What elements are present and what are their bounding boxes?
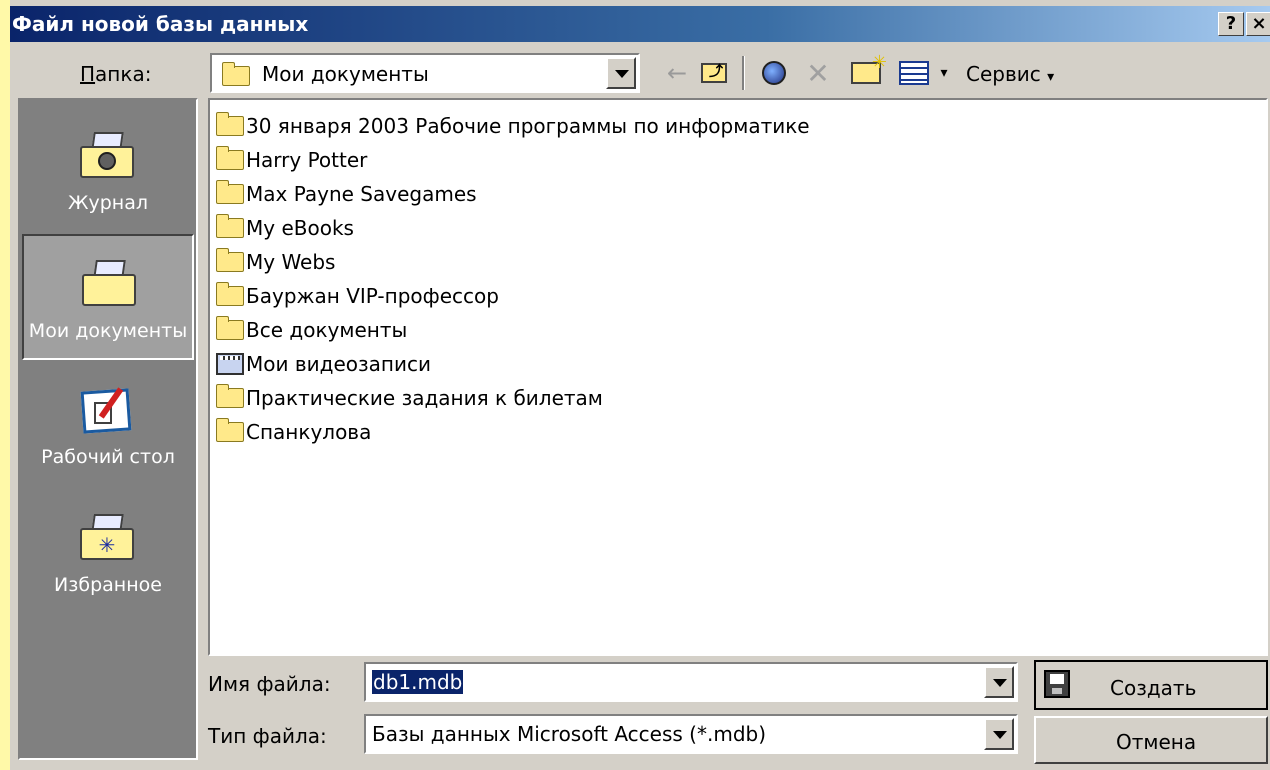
folder-icon (216, 418, 244, 442)
create-button[interactable]: Создать (1034, 660, 1268, 710)
help-button[interactable]: ? (1218, 12, 1244, 36)
folder-icon (216, 248, 244, 272)
desktop-icon (80, 386, 134, 434)
place-label: Избранное (54, 574, 162, 596)
new-folder-icon[interactable]: ✳ (846, 52, 887, 88)
folder-icon (216, 180, 244, 204)
tools-menu[interactable]: Сервис ▾ (966, 62, 1054, 86)
background-strip (0, 0, 10, 770)
list-item[interactable]: Все документы (216, 314, 407, 346)
current-folder-text: Мои документы (262, 62, 429, 86)
folder-dropdown-button[interactable] (606, 57, 636, 89)
filename-input[interactable]: db1.mdb (364, 662, 1018, 702)
folder-icon (216, 282, 244, 306)
list-item[interactable]: Практические задания к билетам (216, 382, 603, 414)
search-web-icon[interactable] (756, 58, 792, 88)
filetype-value: Базы данных Microsoft Access (*.mdb) (372, 722, 767, 746)
place-history[interactable]: Журнал (22, 108, 194, 234)
place-desktop[interactable]: Рабочий стол (22, 362, 194, 488)
chevron-down-icon (993, 679, 1007, 687)
back-icon[interactable]: ← (660, 58, 694, 88)
list-item[interactable]: Max Payne Savegames (216, 178, 477, 210)
list-item[interactable]: Бауржан VIP-профессор (216, 280, 499, 312)
chevron-down-icon (615, 70, 629, 78)
place-label: Рабочий стол (41, 446, 175, 468)
list-item[interactable]: Спанкулова (216, 416, 371, 448)
list-item[interactable]: 30 января 2003 Рабочие программы по инфо… (216, 110, 810, 142)
chevron-down-icon (993, 731, 1007, 739)
list-item[interactable]: My eBooks (216, 212, 354, 244)
cancel-button-label: Отмена (1116, 730, 1197, 754)
folder-icon (216, 384, 244, 408)
folder-icon (216, 146, 244, 170)
filetype-select[interactable]: Базы данных Microsoft Access (*.mdb) (364, 714, 1018, 754)
folder-combo[interactable]: Мои документы (210, 53, 640, 93)
my-documents-folder-icon (82, 260, 136, 306)
folder-icon (216, 112, 244, 136)
place-label: Мои документы (28, 320, 188, 342)
filename-dropdown-button[interactable] (984, 666, 1014, 698)
filename-value: db1.mdb (372, 670, 464, 694)
window-title: Файл новой базы данных (12, 12, 309, 36)
favorites-folder-icon: ✳ (80, 514, 134, 560)
folder-icon (216, 214, 244, 238)
place-favorites[interactable]: ✳ Избранное (22, 490, 194, 616)
filetype-label: Тип файла: (208, 724, 327, 748)
title-bar[interactable]: Файл новой базы данных ? × (10, 6, 1270, 42)
create-button-label: Создать (1110, 676, 1197, 700)
toolbar-separator (742, 56, 745, 90)
cancel-button[interactable]: Отмена (1034, 716, 1268, 764)
save-icon (1044, 670, 1070, 698)
video-folder-icon (216, 353, 244, 375)
place-label: Журнал (68, 192, 148, 214)
file-list[interactable]: 30 января 2003 Рабочие программы по инфо… (208, 98, 1268, 656)
chevron-down-icon: ▾ (1047, 69, 1055, 85)
list-item[interactable]: Harry Potter (216, 144, 367, 176)
close-button[interactable]: × (1246, 12, 1270, 36)
history-folder-icon (80, 132, 134, 178)
places-bar: Журнал Мои документы Рабочий стол ✳ Избр… (18, 98, 198, 760)
place-my-documents[interactable]: Мои документы (22, 234, 194, 360)
folder-icon (216, 316, 244, 340)
list-item[interactable]: My Webs (216, 246, 335, 278)
up-one-level-icon[interactable]: ⤴ (697, 58, 731, 88)
list-item[interactable]: Мои видеозаписи (216, 348, 431, 380)
delete-icon[interactable]: ✕ (800, 57, 836, 90)
views-dropdown-icon[interactable]: ▾ (936, 58, 952, 88)
filename-label: Имя файла: (208, 672, 331, 696)
filetype-dropdown-button[interactable] (984, 718, 1014, 750)
folder-label: Папка: (80, 62, 152, 86)
folder-icon (222, 62, 250, 86)
views-icon[interactable] (894, 58, 934, 88)
